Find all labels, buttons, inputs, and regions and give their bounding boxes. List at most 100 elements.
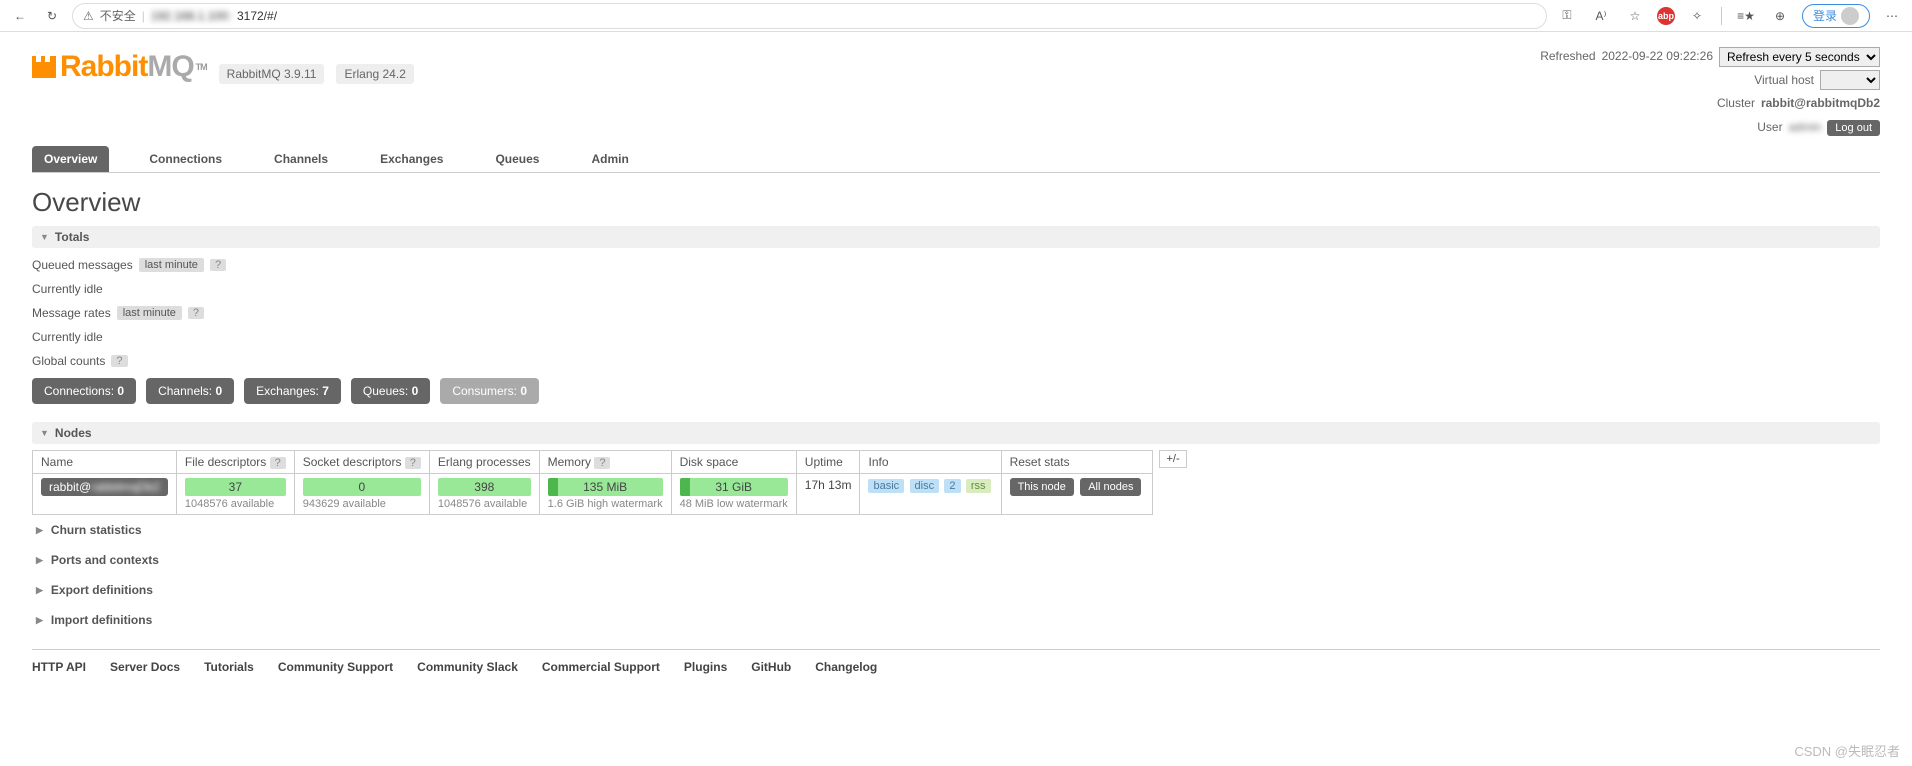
cluster-value: rabbit@rabbitmqDb2 xyxy=(1761,93,1880,115)
collections-icon[interactable]: ⊕ xyxy=(1768,4,1792,28)
chevron-right-icon: ▶ xyxy=(36,555,43,566)
refreshed-label: Refreshed xyxy=(1540,46,1595,68)
message-rates-row: Message rates last minute ? xyxy=(32,306,1880,320)
chevron-right-icon: ▶ xyxy=(36,525,43,536)
address-bar[interactable]: ⚠ 不安全 | 192.168.1.100: 3172/#/ xyxy=(72,3,1547,29)
browser-toolbar: ← ↻ ⚠ 不安全 | 192.168.1.100: 3172/#/ ⚿ A⁾ … xyxy=(0,0,1912,32)
last-minute-tag[interactable]: last minute xyxy=(139,258,204,272)
tab-channels[interactable]: Channels xyxy=(262,146,340,172)
favorites-bar-icon[interactable]: ≡★ xyxy=(1734,4,1758,28)
refreshed-time: 2022-09-22 09:22:26 xyxy=(1602,46,1713,68)
help-icon[interactable]: ? xyxy=(210,259,226,271)
disk-sub: 48 MiB low watermark xyxy=(680,498,788,510)
chevron-down-icon: ▼ xyxy=(40,428,49,438)
node-name-badge[interactable]: rabbit@rabbitmqDb2 xyxy=(41,478,168,496)
col-reset: Reset stats xyxy=(1001,451,1153,474)
counter-channels[interactable]: Channels: 0 xyxy=(146,378,234,404)
vhost-label: Virtual host xyxy=(1754,70,1814,92)
help-icon[interactable]: ? xyxy=(111,355,127,367)
main-tabs: Overview Connections Channels Exchanges … xyxy=(32,146,1880,173)
vhost-select[interactable] xyxy=(1820,70,1880,90)
user-value: admin xyxy=(1789,117,1822,139)
sd-sub: 943629 available xyxy=(303,498,421,510)
global-counts-row: Global counts ? xyxy=(32,354,1880,368)
insecure-label: 不安全 xyxy=(100,7,136,24)
section-churn[interactable]: ▶Churn statistics xyxy=(32,515,1880,545)
browser-actions: ⚿ A⁾ ☆ abp ✧ ≡★ ⊕ 登录 ⋯ xyxy=(1555,4,1904,28)
queued-messages-row: Queued messages last minute ? xyxy=(32,258,1880,272)
refresh-interval-select[interactable]: Refresh every 5 seconds xyxy=(1719,47,1880,67)
footer-http-api[interactable]: HTTP API xyxy=(32,660,86,674)
back-button[interactable]: ← xyxy=(8,4,32,28)
reset-this-node-button[interactable]: This node xyxy=(1010,478,1074,496)
extension-icon[interactable]: ✧ xyxy=(1685,4,1709,28)
section-totals[interactable]: ▼ Totals xyxy=(32,226,1880,248)
footer-tutorials[interactable]: Tutorials xyxy=(204,660,254,674)
idle-1: Currently idle xyxy=(32,282,1880,296)
global-counters: Connections: 0 Channels: 0 Exchanges: 7 … xyxy=(32,378,1880,404)
fd-sub: 1048576 available xyxy=(185,498,286,510)
avatar-icon xyxy=(1841,7,1859,25)
footer-github[interactable]: GitHub xyxy=(751,660,791,674)
tab-connections[interactable]: Connections xyxy=(137,146,234,172)
col-fd: File descriptors ? xyxy=(176,451,294,474)
read-aloud-icon[interactable]: A⁾ xyxy=(1589,4,1613,28)
key-icon[interactable]: ⚿ xyxy=(1555,4,1579,28)
chevron-right-icon: ▶ xyxy=(36,585,43,596)
favorite-icon[interactable]: ☆ xyxy=(1623,4,1647,28)
counter-consumers[interactable]: Consumers: 0 xyxy=(440,378,539,404)
footer-server-docs[interactable]: Server Docs xyxy=(110,660,180,674)
browser-login-button[interactable]: 登录 xyxy=(1802,4,1870,28)
section-ports[interactable]: ▶Ports and contexts xyxy=(32,545,1880,575)
tab-queues[interactable]: Queues xyxy=(483,146,551,172)
footer-community-support[interactable]: Community Support xyxy=(278,660,393,674)
section-import[interactable]: ▶Import definitions xyxy=(32,605,1880,635)
idle-2: Currently idle xyxy=(32,330,1880,344)
more-icon[interactable]: ⋯ xyxy=(1880,4,1904,28)
chevron-down-icon: ▼ xyxy=(40,232,49,242)
footer-plugins[interactable]: Plugins xyxy=(684,660,727,674)
mem-bar: 135 MiB xyxy=(548,478,663,496)
help-icon[interactable]: ? xyxy=(188,307,204,319)
info-2: 2 xyxy=(944,479,960,493)
footer-changelog[interactable]: Changelog xyxy=(815,660,877,674)
nodes-table: Name File descriptors ? Socket descripto… xyxy=(32,450,1153,515)
logo-row: RabbitMQTM RabbitMQ 3.9.11 Erlang 24.2 xyxy=(32,40,414,84)
footer-commercial-support[interactable]: Commercial Support xyxy=(542,660,660,674)
tab-overview[interactable]: Overview xyxy=(32,146,109,172)
uptime-cell: 17h 13m xyxy=(796,474,860,515)
counter-exchanges[interactable]: Exchanges: 7 xyxy=(244,378,341,404)
help-icon[interactable]: ? xyxy=(405,457,421,469)
last-minute-tag-2[interactable]: last minute xyxy=(117,306,182,320)
user-label: User xyxy=(1757,117,1782,139)
abp-icon[interactable]: abp xyxy=(1657,7,1675,25)
footer-community-slack[interactable]: Community Slack xyxy=(417,660,518,674)
reset-cell: This node All nodes xyxy=(1001,474,1153,515)
reset-all-nodes-button[interactable]: All nodes xyxy=(1080,478,1141,496)
col-info: Info xyxy=(860,451,1001,474)
page-title: Overview xyxy=(32,187,1880,218)
col-sd: Socket descriptors ? xyxy=(294,451,429,474)
ep-sub: 1048576 available xyxy=(438,498,531,510)
section-export[interactable]: ▶Export definitions xyxy=(32,575,1880,605)
fd-bar: 37 xyxy=(185,478,286,496)
tab-admin[interactable]: Admin xyxy=(579,146,640,172)
rabbitmq-logo: RabbitMQTM xyxy=(32,50,207,84)
chevron-right-icon: ▶ xyxy=(36,615,43,626)
col-mem: Memory ? xyxy=(539,451,671,474)
columns-toggle[interactable]: +/- xyxy=(1159,450,1186,468)
col-disk: Disk space xyxy=(671,451,796,474)
sd-bar: 0 xyxy=(303,478,421,496)
help-icon[interactable]: ? xyxy=(270,457,286,469)
logout-button[interactable]: Log out xyxy=(1827,120,1880,136)
watermark: CSDN @失眠忍者 xyxy=(1794,741,1900,760)
col-uptime: Uptime xyxy=(796,451,860,474)
counter-connections[interactable]: Connections: 0 xyxy=(32,378,136,404)
refresh-button[interactable]: ↻ xyxy=(40,4,64,28)
tab-exchanges[interactable]: Exchanges xyxy=(368,146,455,172)
info-disc: disc xyxy=(910,479,940,493)
section-nodes[interactable]: ▼ Nodes xyxy=(32,422,1880,444)
counter-queues[interactable]: Queues: 0 xyxy=(351,378,430,404)
status-column: Refreshed 2022-09-22 09:22:26 Refresh ev… xyxy=(1540,40,1880,140)
help-icon[interactable]: ? xyxy=(594,457,610,469)
